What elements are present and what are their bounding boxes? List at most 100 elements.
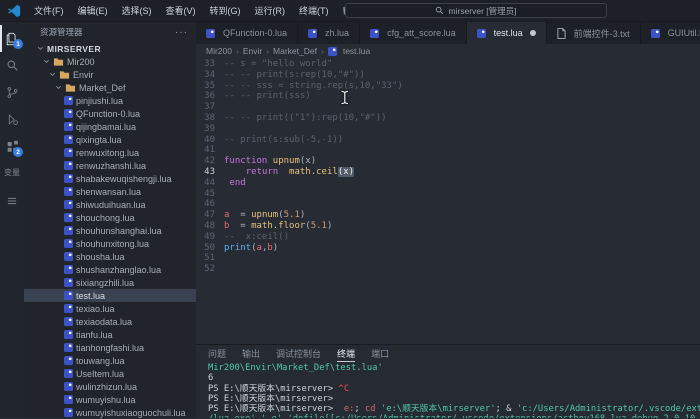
tree-item-QFunction-0.lua[interactable]: QFunction-0.lua: [24, 107, 196, 120]
activity-run-debug-icon[interactable]: [0, 106, 24, 133]
terminal-token: PS E:\顺天版本\mirserver>: [208, 384, 339, 394]
terminal-token: PS E:\顺天版本\mirserver>: [208, 394, 333, 404]
lua-file-icon: [64, 252, 73, 261]
tree-item-shouchong.lua[interactable]: shouchong.lua: [24, 211, 196, 224]
explorer-sidebar: 资源管理器 ··· MIRSERVERMir200EnvirMarket_Def…: [24, 22, 196, 418]
code-editor[interactable]: 33-- s = "hello world"34-- -- print(s:re…: [196, 58, 700, 344]
tree-item-texiaodata.lua[interactable]: texiaodata.lua: [24, 315, 196, 328]
menu-item-文件(F)[interactable]: 文件(F): [27, 4, 71, 17]
lua-file-icon: [64, 96, 73, 105]
code-token: 5.1: [284, 210, 300, 220]
tree-item-UseItem.lua[interactable]: UseItem.lua: [24, 367, 196, 380]
panel-tab-终端[interactable]: 终端: [337, 345, 355, 362]
tree-item-wumuyishuxiaoguochuli.lua[interactable]: wumuyishuxiaoguochuli.lua: [24, 406, 196, 418]
menu-item-转到(G)[interactable]: 转到(G): [203, 4, 248, 17]
tree-item-pinjiushi.lua[interactable]: pinjiushi.lua: [24, 94, 196, 107]
code-text: b = math.floor(5.1): [224, 221, 332, 232]
tree-item-shouhunxitong.lua[interactable]: shouhunxitong.lua: [24, 237, 196, 250]
tab-GUIUtil.lua[interactable]: GUIUtil.lua: [641, 22, 700, 44]
tree-item-shenwansan.lua[interactable]: shenwansan.lua: [24, 185, 196, 198]
lua-file-icon: [328, 47, 337, 56]
bottom-panel: 问题输出调试控制台终端端口 Mir200\Envir\Market_Def\te…: [196, 344, 700, 418]
tree-item-qijingbamai.lua[interactable]: qijingbamai.lua: [24, 120, 196, 133]
tree-item-label: pinjiushi.lua: [76, 96, 123, 106]
code-line: 37: [196, 102, 700, 113]
tree-item-label: qijingbamai.lua: [76, 122, 136, 132]
activity-variables-icon[interactable]: 变量: [0, 160, 24, 187]
menu-item-编辑(E)[interactable]: 编辑(E): [71, 4, 115, 17]
tree-item-shushanzhanglao.lua[interactable]: shushanzhanglao.lua: [24, 263, 196, 276]
breadcrumb-item-Mir200[interactable]: Mir200: [206, 46, 232, 56]
tree-item-Mir200[interactable]: Mir200: [24, 55, 196, 68]
tree-item-label: Envir: [73, 70, 94, 80]
lua-file-icon: [64, 122, 73, 131]
tree-item-shabakewuqishengji.lua[interactable]: shabakewuqishengji.lua: [24, 172, 196, 185]
chevron-down-icon: [55, 84, 62, 91]
tree-item-label: test.lua: [76, 291, 105, 301]
tree-item-tianhongfashi.lua[interactable]: tianhongfashi.lua: [24, 341, 196, 354]
folder-icon: [59, 70, 70, 80]
tree-item-label: MIRSERVER: [47, 44, 101, 54]
tree-item-touwang.lua[interactable]: touwang.lua: [24, 354, 196, 367]
lua-file-icon: [64, 278, 73, 287]
lua-file-icon: [477, 29, 486, 38]
more-actions-button[interactable]: ···: [175, 27, 188, 38]
code-line: 43 return math.ceil(x): [196, 167, 700, 178]
terminal-token: 6: [208, 373, 213, 383]
menu-item-终端(T)[interactable]: 终端(T): [292, 4, 336, 17]
panel-tab-端口[interactable]: 端口: [371, 345, 389, 362]
tree-item-shousha.lua[interactable]: shousha.lua: [24, 250, 196, 263]
panel-tab-输出[interactable]: 输出: [242, 345, 260, 362]
tab-zh.lua[interactable]: zh.lua: [298, 22, 360, 44]
tree-item-MIRSERVER[interactable]: MIRSERVER: [24, 42, 196, 55]
tree-item-wumuyishu.lua[interactable]: wumuyishu.lua: [24, 393, 196, 406]
tree-item-shouhunshanghai.lua[interactable]: shouhunshanghai.lua: [24, 224, 196, 237]
line-number: 35: [196, 81, 224, 92]
tree-item-Envir[interactable]: Envir: [24, 68, 196, 81]
folder-icon: [53, 57, 64, 67]
tree-item-Market_Def[interactable]: Market_Def: [24, 81, 196, 94]
code-line: 50print(a,b): [196, 243, 700, 254]
breadcrumb-item-test.lua[interactable]: test.lua: [328, 46, 370, 56]
tab-label: cfg_att_score.lua: [387, 28, 456, 38]
activity-source-control-icon[interactable]: [0, 79, 24, 106]
activity-extensions-icon[interactable]: 2: [0, 133, 24, 160]
lua-file-icon: [64, 226, 73, 235]
lua-file-icon: [64, 395, 73, 404]
tree-item-tianfu.lua[interactable]: tianfu.lua: [24, 328, 196, 341]
modified-dot-icon: [530, 30, 536, 36]
tree-item-renwuxitong.lua[interactable]: renwuxitong.lua: [24, 146, 196, 159]
tree-item-shiwuduihuan.lua[interactable]: shiwuduihuan.lua: [24, 198, 196, 211]
menu-item-运行(R)[interactable]: 运行(R): [248, 4, 293, 17]
code-token: =: [229, 221, 251, 231]
tree-item-test.lua[interactable]: test.lua: [24, 289, 196, 302]
tab-test.lua[interactable]: test.lua: [467, 22, 547, 44]
line-number: 43: [196, 167, 224, 178]
tree-item-qixingta.lua[interactable]: qixingta.lua: [24, 133, 196, 146]
tab-cfg_att_score.lua[interactable]: cfg_att_score.lua: [360, 22, 467, 44]
tree-item-label: shouhunxitong.lua: [76, 239, 149, 249]
line-number: 50: [196, 243, 224, 254]
breadcrumb-item-Market_Def[interactable]: Market_Def: [273, 46, 317, 56]
tree-item-sixiangzhili.lua[interactable]: sixiangzhili.lua: [24, 276, 196, 289]
code-line: 36-- -- print(sss): [196, 91, 700, 102]
activity-explorer-icon[interactable]: 1: [0, 25, 24, 52]
command-center-search[interactable]: mirserver [管理员]: [345, 3, 607, 18]
tab-QFunction-0.lua[interactable]: QFunction-0.lua: [196, 22, 298, 44]
menu-item-查看(V)[interactable]: 查看(V): [159, 4, 203, 17]
breadcrumb-item-Envir[interactable]: Envir: [243, 46, 262, 56]
panel-tab-问题[interactable]: 问题: [208, 345, 226, 362]
tab-label: 前端控件-3.txt: [574, 27, 630, 40]
tree-item-texiao.lua[interactable]: texiao.lua: [24, 302, 196, 315]
activity-search-icon[interactable]: [0, 52, 24, 79]
menu-item-选择(S)[interactable]: 选择(S): [115, 4, 159, 17]
terminal[interactable]: Mir200\Envir\Market_Def\test.lua'6PS E:\…: [196, 362, 700, 418]
tree-item-wulinzhizun.lua[interactable]: wulinzhizun.lua: [24, 380, 196, 393]
tab-前端控件-3.txt[interactable]: 前端控件-3.txt: [547, 22, 641, 44]
tree-item-renwuzhanshi.lua[interactable]: renwuzhanshi.lua: [24, 159, 196, 172]
activity-menu-icon[interactable]: [0, 187, 24, 214]
panel-tab-调试控制台[interactable]: 调试控制台: [276, 345, 321, 362]
code-token: return: [246, 167, 279, 177]
tree-item-label: wulinzhizun.lua: [76, 382, 137, 392]
code-text: function upnum(x): [224, 156, 316, 167]
